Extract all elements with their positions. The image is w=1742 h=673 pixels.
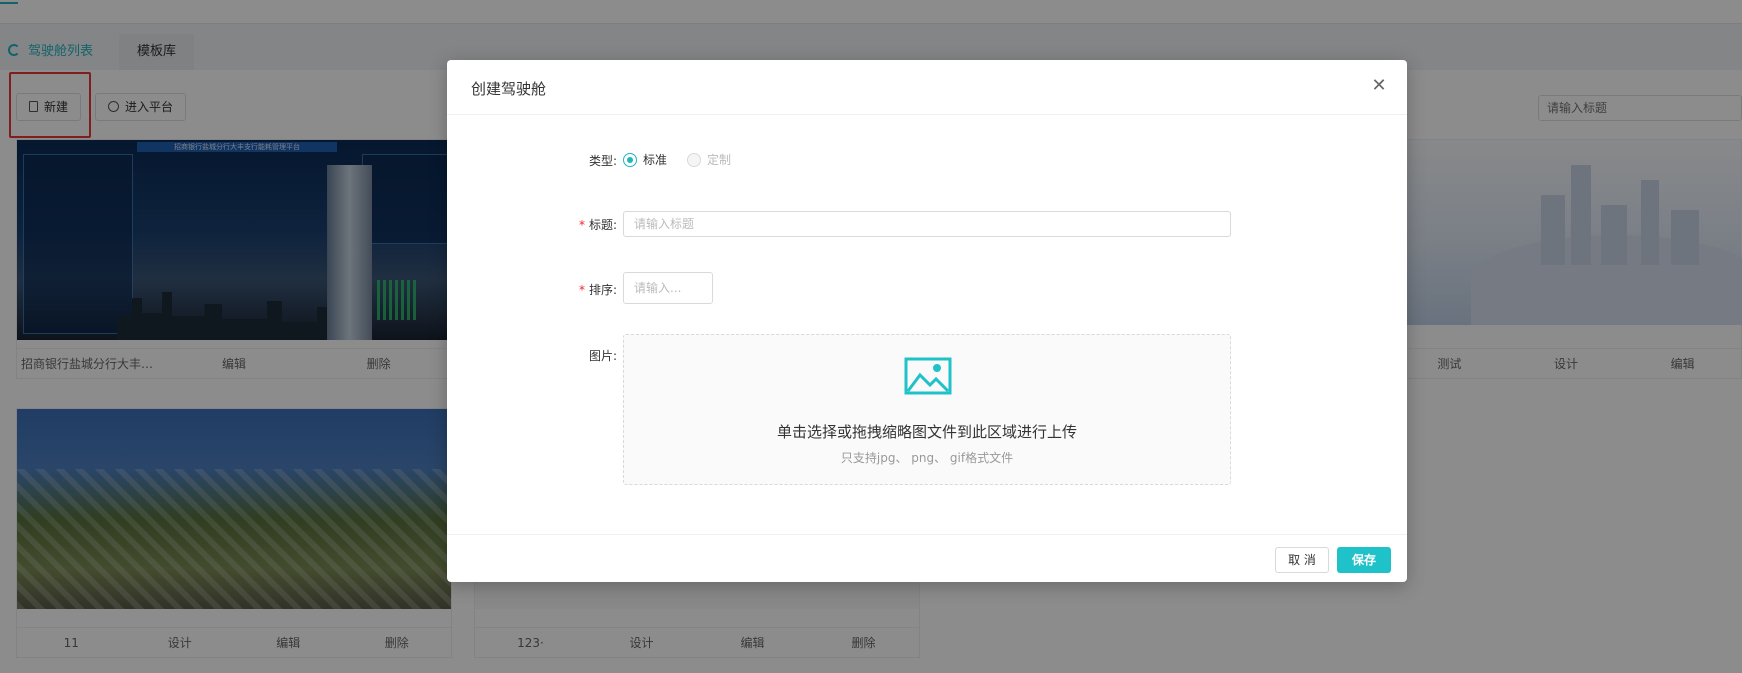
type-label: 类型: [588, 154, 617, 168]
upload-dropzone[interactable]: 单击选择或拖拽缩略图文件到此区域进行上传 只支持jpg、 png、 gif格式文… [623, 334, 1231, 485]
cancel-button[interactable]: 取 消 [1275, 547, 1329, 573]
upload-hint: 只支持jpg、 png、 gif格式文件 [840, 451, 1014, 465]
close-icon[interactable]: ✕ [1369, 76, 1389, 96]
dialog-footer: 取 消 保存 [447, 534, 1407, 582]
dialog-header: 创建驾驶舱 ✕ [447, 60, 1407, 115]
radio-standard[interactable]: 标准 [623, 151, 667, 168]
dialog-title: 创建驾驶舱 [471, 80, 547, 98]
save-button[interactable]: 保存 [1337, 547, 1391, 573]
radio-icon [623, 152, 637, 167]
create-cockpit-dialog: 创建驾驶舱 ✕ 类型: 标准 定制 *标题: *排序: 图片: 单击选择或拖拽缩… [447, 60, 1407, 582]
order-label: * 排序: [578, 283, 617, 297]
image-icon [904, 357, 952, 395]
radio-custom[interactable]: 定制 [687, 151, 731, 168]
order-input[interactable] [623, 272, 713, 304]
image-label: 图片: [588, 349, 617, 363]
title-label: * 标题: [578, 218, 617, 232]
radio-icon [687, 152, 701, 167]
upload-instruction: 单击选择或拖拽缩略图文件到此区域进行上传 [776, 423, 1077, 441]
title-input[interactable] [623, 211, 1231, 237]
